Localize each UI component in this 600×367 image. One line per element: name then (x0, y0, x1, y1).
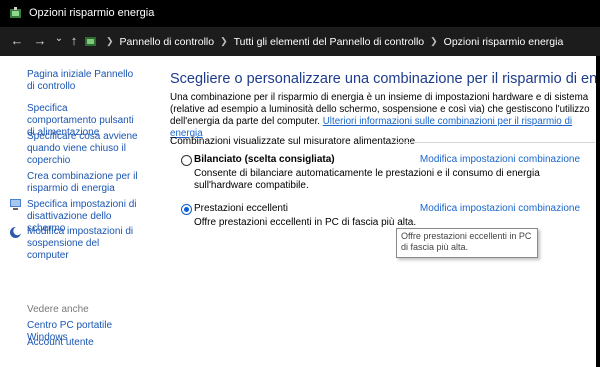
see-also-user-accounts[interactable]: Account utente (27, 337, 139, 349)
moon-icon (10, 226, 22, 238)
balanced-change-settings-link[interactable]: Modifica impostazioni combinazione (420, 154, 580, 165)
page-description: Una combinazione per il risparmio di ene… (170, 92, 595, 140)
sidebar-item-create-plan[interactable]: Crea combinazione per il risparmio di en… (27, 171, 139, 195)
plans-group-label: Combinazioni visualizzate sul misuratore… (170, 136, 416, 147)
balanced-plan-name[interactable]: Bilanciato (scelta consigliata) (194, 154, 335, 165)
ultimate-performance-plan-radio[interactable] (181, 204, 192, 215)
balanced-plan-radio[interactable] (181, 155, 192, 166)
page-title: Scegliere o personalizzare una combinazi… (170, 71, 600, 87)
ultimate-performance-change-settings-link[interactable]: Modifica impostazioni combinazione (420, 203, 580, 214)
recent-locations-chevron-icon[interactable]: ⌄ (52, 32, 66, 46)
see-also-label: Vedere anche (27, 304, 89, 315)
group-divider (391, 142, 595, 143)
breadcrumb-power-options[interactable]: Opzioni risparmio energia (444, 36, 564, 48)
forward-arrow-icon[interactable]: → (33, 34, 47, 48)
sidebar-item-sleep-settings[interactable]: Modifica impostazioni di sospensione del… (27, 226, 139, 262)
ultimate-performance-plan-name[interactable]: Prestazioni eccellenti (194, 203, 288, 214)
sidebar: Pagina iniziale Pannello di controllo Sp… (0, 56, 146, 367)
back-arrow-icon[interactable]: ← (10, 34, 24, 48)
window-edge (596, 56, 600, 367)
power-options-window: Opzioni risparmio energia ← → ⌄ ↑ ❯ Pann… (0, 0, 600, 367)
balanced-plan-description: Consente di bilanciare automaticamente l… (194, 168, 540, 191)
control-panel-icon (85, 37, 96, 46)
shield-icon (10, 199, 21, 210)
up-arrow-icon[interactable]: ↑ (67, 34, 81, 48)
sidebar-item-control-panel-home[interactable]: Pagina iniziale Pannello di controllo (27, 69, 139, 93)
power-options-icon (10, 7, 21, 18)
window-title: Opzioni risparmio energia (29, 7, 155, 19)
sidebar-item-lid-close[interactable]: Specificare cosa avviene quando viene ch… (27, 131, 139, 167)
address-bar: ← → ⌄ ↑ ❯ Pannello di controllo ❯ Tutti … (0, 27, 600, 56)
breadcrumb-control-panel[interactable]: Pannello di controllo (120, 36, 215, 48)
main-content: Scegliere o personalizzare una combinazi… (146, 56, 600, 367)
breadcrumb: ❯ Pannello di controllo ❯ Tutti gli elem… (106, 35, 564, 48)
title-bar: Opzioni risparmio energia (0, 0, 600, 27)
plan-tooltip: Offre prestazioni eccellenti in PC di fa… (396, 228, 538, 258)
breadcrumb-all-items[interactable]: Tutti gli elementi del Pannello di contr… (234, 36, 424, 48)
